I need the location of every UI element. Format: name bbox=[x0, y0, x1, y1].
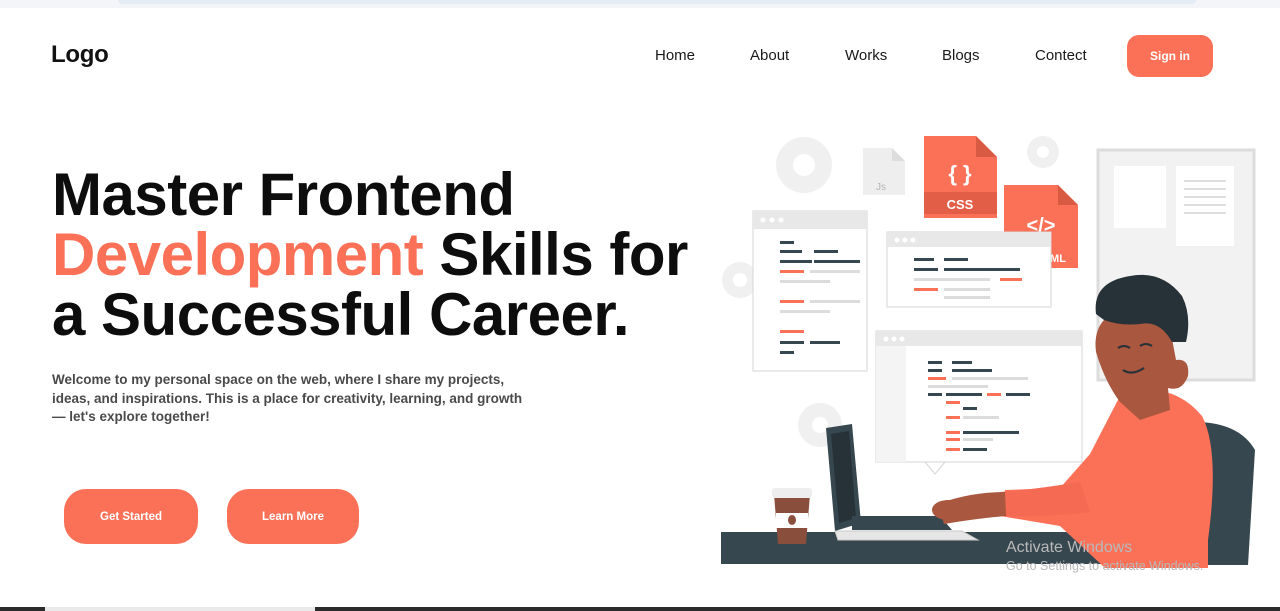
taskbar-edge bbox=[0, 607, 1280, 611]
nav-works[interactable]: Works bbox=[845, 47, 887, 64]
js-file-icon: Js bbox=[863, 148, 905, 195]
css-file-label: CSS bbox=[947, 197, 974, 212]
sign-in-button[interactable]: Sign in bbox=[1127, 35, 1213, 77]
js-file-label: Js bbox=[876, 182, 886, 193]
code-window-top bbox=[886, 231, 1052, 308]
activate-windows-subtitle: Go to Settings to activate Windows. bbox=[1006, 559, 1204, 573]
coffee-cup-icon bbox=[772, 488, 812, 544]
css-braces: { } bbox=[948, 161, 972, 186]
browser-top-strip bbox=[0, 0, 1280, 8]
css-file-icon: { } CSS bbox=[924, 136, 997, 218]
code-window-main bbox=[875, 330, 1083, 475]
address-bar-edge bbox=[118, 0, 1196, 4]
learn-more-button[interactable]: Learn More bbox=[227, 489, 359, 544]
hero-intro-text: Welcome to my personal space on the web,… bbox=[52, 372, 523, 424]
windows-activation-watermark: Activate Windows Go to Settings to activ… bbox=[1006, 539, 1203, 573]
headline-line-2: Development Skills for bbox=[52, 225, 688, 285]
nav-home[interactable]: Home bbox=[655, 47, 695, 64]
headline-line-2-rest: Skills for bbox=[423, 221, 688, 288]
headline-line-1: Master Frontend bbox=[52, 161, 515, 228]
nav-contact[interactable]: Contect bbox=[1035, 47, 1087, 64]
activate-windows-title: Activate Windows bbox=[1006, 539, 1133, 556]
nav-about[interactable]: About bbox=[750, 47, 789, 64]
get-started-button[interactable]: Get Started bbox=[64, 489, 198, 544]
developer-illustration: Js { } CSS </> ML bbox=[721, 136, 1256, 568]
hero-headline: Master Frontend Development Skills for a… bbox=[52, 161, 688, 348]
taskbar-gap bbox=[45, 607, 315, 611]
headline-accent-word: Development bbox=[52, 221, 424, 288]
nav-blogs[interactable]: Blogs bbox=[942, 47, 980, 64]
html-file-text: ML bbox=[1050, 253, 1066, 265]
main-nav: Home About Works Blogs Contect bbox=[0, 47, 1280, 67]
headline-line-3: a Successful Career. bbox=[52, 281, 630, 348]
code-window-left bbox=[752, 210, 868, 372]
